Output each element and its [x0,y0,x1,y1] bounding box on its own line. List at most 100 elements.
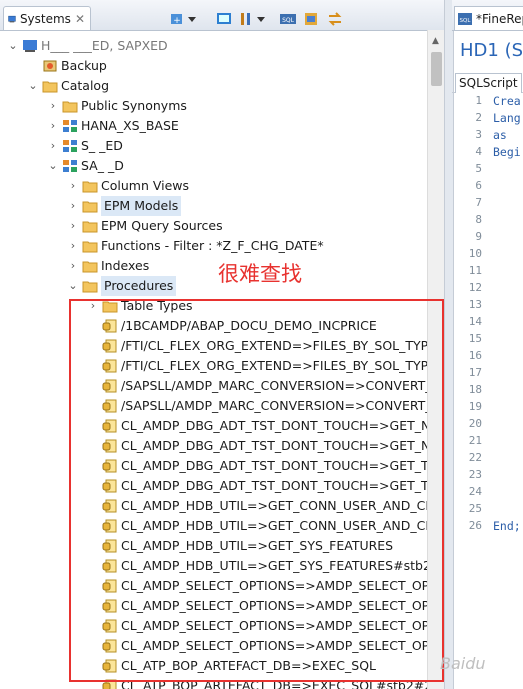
tree-node-hana-xs-base[interactable]: › HANA_XS_BASE [46,116,179,136]
tree-node-label: Public Synonyms [81,98,187,113]
chevron-right-icon[interactable]: › [66,236,80,256]
systems-tab[interactable]: Systems ✕ [3,6,91,30]
code-line: End; [493,519,521,533]
tree-node-label: H___ ___ED, SAPXED [41,38,168,53]
tree-node-catalog[interactable]: ⌄ Catalog [26,76,109,96]
line-number: 22 [468,451,482,464]
procedure-item[interactable]: CL_AMDP_HDB_UTIL=>GET_SYS_FEATURES#stb2#… [86,556,427,576]
new-connection-icon[interactable]: + [169,11,185,27]
tree-node-table-types[interactable]: › Table Types [86,296,193,316]
close-icon[interactable]: ✕ [75,12,85,26]
tree-node-backup[interactable]: Backup [26,56,107,76]
scroll-up-icon[interactable]: ▲ [432,36,439,46]
procedure-icon [102,339,117,353]
tree-node-label: /FTI/CL_FLEX_ORG_EXTEND=>FILES_BY_SOL_TY… [121,358,427,373]
line-number: 11 [468,264,482,277]
import-icon[interactable] [303,11,319,27]
procedure-item[interactable]: /SAPSLL/AMDP_MARC_CONVERSION=>CONVERT_M [86,396,427,416]
procedure-item[interactable]: /FTI/CL_FLEX_ORG_EXTEND=>FILES_BY_SOL_TY… [86,336,427,356]
sql-console-icon[interactable] [216,11,232,27]
sql-icon[interactable]: SQL [280,11,296,27]
tree-node-public-synonyms[interactable]: › Public Synonyms [46,96,187,116]
procedure-item[interactable]: /SAPSLL/AMDP_MARC_CONVERSION=>CONVERT_M [86,376,427,396]
code-line: Lang [493,111,521,125]
tree-node-column-views[interactable]: › Column Views [66,176,189,196]
systems-tab-label: Systems [19,11,71,26]
chevron-right-icon[interactable]: › [66,256,80,276]
chevron-right-icon[interactable]: › [66,216,80,236]
line-number: 13 [468,298,482,311]
procedure-icon [102,659,117,673]
tree-node-epm-models[interactable]: › EPM Models [66,196,182,216]
procedure-item[interactable]: CL_AMDP_HDB_UTIL=>GET_CONN_USER_AND_CLIE… [86,516,427,536]
chevron-right-icon[interactable]: › [66,176,80,196]
line-number: 2 [475,111,482,124]
procedure-item[interactable]: CL_AMDP_DBG_ADT_TST_DONT_TOUCH=>GET_NR_C [86,416,427,436]
code-line: as [493,128,507,142]
tree-node-label: SA_ _D [81,158,124,173]
chevron-right-icon[interactable]: › [46,96,60,116]
procedure-item[interactable]: CL_AMDP_DBG_ADT_TST_DONT_TOUCH=>GET_NR_C [86,436,427,456]
procedure-item[interactable]: CL_AMDP_SELECT_OPTIONS=>AMDP_SELECT_OPTI… [86,636,427,656]
procedure-item[interactable]: CL_AMDP_DBG_ADT_TST_DONT_TOUCH=>GET_TOP_ [86,456,427,476]
procedure-item[interactable]: CL_AMDP_HDB_UTIL=>GET_SYS_FEATURES [86,536,393,556]
tree-node-label: /FTI/CL_FLEX_ORG_EXTEND=>FILES_BY_SOL_TY… [121,338,427,353]
tree-node-label: CL_AMDP_HDB_UTIL=>GET_SYS_FEATURES#stb2#… [121,558,427,573]
chevron-down-icon[interactable]: ⌄ [6,36,20,56]
procedure-item[interactable]: CL_AMDP_DBG_ADT_TST_DONT_TOUCH=>GET_TOP_ [86,476,427,496]
tree-node-label: HANA_XS_BASE [81,118,179,133]
tree-node-label: EPM Query Sources [101,218,223,233]
procedure-item[interactable]: CL_ATP_BOP_ARTEFACT_DB=>EXEC_SQL [86,656,376,676]
tree-node-label: S_ _ED [81,138,123,153]
editor-title: HD1 (SA [460,40,523,61]
tree-node-procedures[interactable]: ⌄ Procedures [66,276,177,296]
tree-node-schema-1[interactable]: › S_ _ED [46,136,123,156]
editor-tab[interactable]: SQL *FineRep [454,6,523,30]
tree-node-label: Catalog [61,78,110,93]
folder-icon [82,241,98,253]
chevron-down-icon[interactable]: ⌄ [66,276,80,296]
tree-node-label: Functions - Filter : *Z_F_CHG_DATE* [101,238,324,253]
line-number: 6 [475,179,482,192]
procedure-item[interactable]: CL_ATP_BOP_ARTEFACT_DB=>EXEC_SQL#stb2#20… [86,676,427,689]
tree-node-root[interactable]: ⌄ H___ ___ED, SAPXED [6,36,168,56]
chevron-right-icon[interactable]: › [46,136,60,156]
line-number: 17 [468,366,482,379]
annotation-label: 很难查找 [218,262,302,286]
folder-icon [82,281,98,293]
tab-sqlscript[interactable]: SQLScript [455,73,522,93]
dropdown-icon[interactable] [187,11,197,27]
tree-node-indexes[interactable]: › Indexes [66,256,149,276]
tree-node-label: CL_AMDP_SELECT_OPTIONS=>AMDP_SELECT_OPTI… [121,598,427,613]
chevron-right-icon[interactable]: › [66,196,80,216]
procedure-item[interactable]: CL_AMDP_HDB_UTIL=>GET_CONN_USER_AND_CLIE… [86,496,427,516]
procedure-icon [102,459,117,473]
scrollbar-thumb[interactable] [431,52,442,86]
dropdown-icon[interactable] [256,11,266,27]
procedure-item[interactable]: /1BCAMDP/ABAP_DOCU_DEMO_INCPRICE [86,316,377,336]
line-number: 7 [475,196,482,209]
systems-tree: ⌄ H___ ___ED, SAPXED Backup ⌄ Catalog › Public… [0,30,427,689]
procedure-item[interactable]: CL_AMDP_SELECT_OPTIONS=>AMDP_SELECT_OPTI… [86,616,427,636]
procedure-item[interactable]: CL_AMDP_SELECT_OPTIONS=>AMDP_SELECT_OPTI… [86,576,427,596]
tree-node-label: CL_AMDP_SELECT_OPTIONS=>AMDP_SELECT_OPTI… [121,618,427,633]
tree-node-label: CL_AMDP_DBG_ADT_TST_DONT_TOUCH=>GET_TOP_ [121,458,427,473]
tree-node-functions[interactable]: › Functions - Filter : *Z_F_CHG_DATE* [66,236,324,256]
tree-vertical-scrollbar[interactable]: ▲ [427,30,445,689]
tools-icon[interactable] [238,11,254,27]
link-editor-icon[interactable] [327,11,343,27]
folder-icon [82,221,98,233]
chevron-down-icon[interactable]: ⌄ [26,76,40,96]
tree-node-label: CL_AMDP_HDB_UTIL=>GET_CONN_USER_AND_CLIE… [121,518,427,533]
procedure-item[interactable]: /FTI/CL_FLEX_ORG_EXTEND=>FILES_BY_SOL_TY… [86,356,427,376]
chevron-right-icon[interactable]: › [86,296,100,316]
procedure-icon [102,559,117,573]
chevron-right-icon[interactable]: › [46,116,60,136]
chevron-down-icon[interactable]: ⌄ [46,156,60,176]
procedure-item[interactable]: CL_AMDP_SELECT_OPTIONS=>AMDP_SELECT_OPTI… [86,596,427,616]
tree-node-epm-query-sources[interactable]: › EPM Query Sources [66,216,223,236]
tree-node-label: /1BCAMDP/ABAP_DOCU_DEMO_INCPRICE [121,318,377,333]
procedure-icon [102,319,117,333]
procedure-icon [102,539,117,553]
tree-node-schema-2[interactable]: ⌄ SA_ _D [46,156,124,176]
